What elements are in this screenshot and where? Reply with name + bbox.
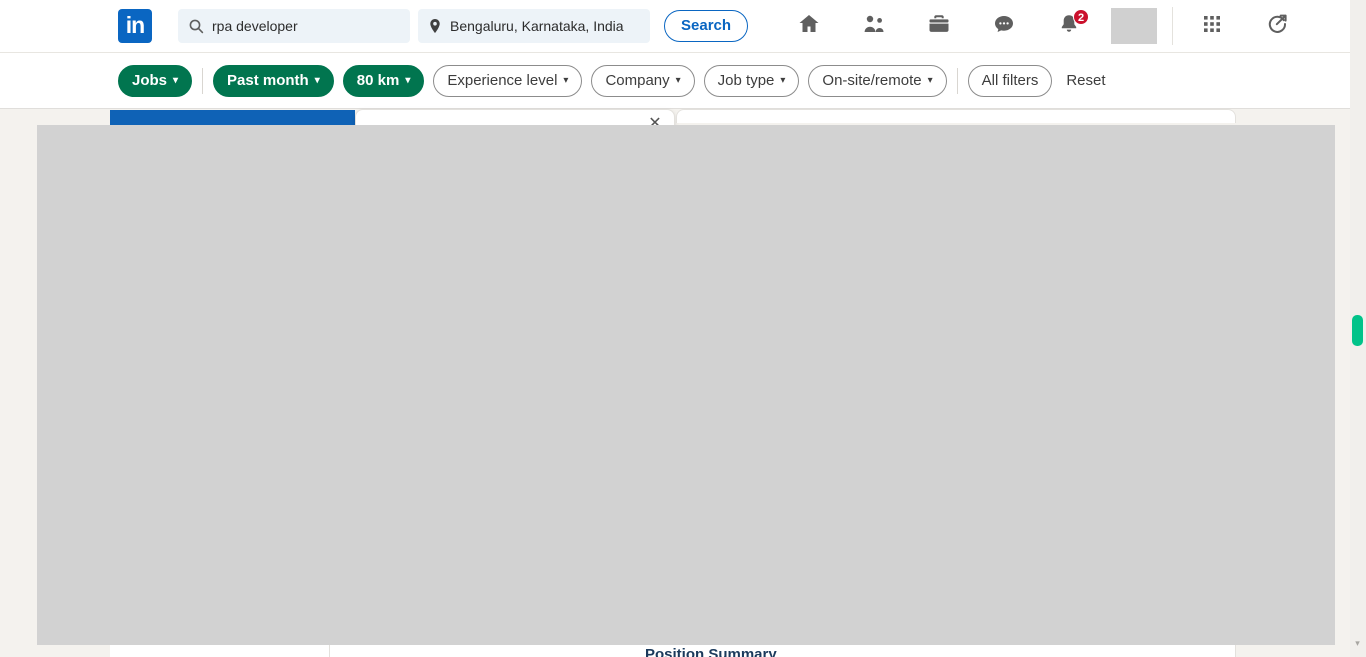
filter-company-label: Company: [605, 72, 670, 89]
home-icon: [797, 12, 821, 41]
header-left-group: in rpa developer Bengaluru, Karnataka, I…: [0, 0, 1309, 52]
filter-all-filters-label: All filters: [981, 72, 1039, 89]
filter-date-posted[interactable]: Past month ▾: [213, 64, 334, 97]
filter-experience-level-label: Experience level: [447, 72, 558, 89]
header-nav-icons: 2: [776, 0, 1309, 52]
filter-jobs-label: Jobs: [132, 72, 168, 89]
filter-job-type[interactable]: Job type ▾: [703, 64, 800, 97]
nav-post-job[interactable]: [1244, 0, 1309, 52]
target-arrow-icon: [1265, 12, 1289, 41]
filter-onsite-remote[interactable]: On-site/remote ▾: [808, 64, 947, 97]
filter-divider: [202, 67, 204, 94]
filter-divider: [956, 67, 958, 94]
nav-jobs[interactable]: [906, 0, 971, 52]
network-icon: [862, 12, 886, 41]
notification-badge: 2: [1073, 9, 1090, 25]
linkedin-logo[interactable]: in: [118, 9, 152, 43]
location-search-value: Bengaluru, Karnataka, India: [450, 18, 624, 34]
position-summary-heading: Position Summary: [645, 646, 777, 657]
location-pin-icon: [428, 18, 442, 34]
filter-onsite-remote-label: On-site/remote: [822, 72, 922, 89]
location-search-input[interactable]: Bengaluru, Karnataka, India: [418, 9, 650, 43]
filter-distance[interactable]: 80 km ▾: [342, 64, 425, 97]
message-icon: [992, 12, 1016, 41]
filter-all-filters[interactable]: All filters: [967, 64, 1053, 97]
filter-experience-level[interactable]: Experience level ▾: [433, 64, 583, 97]
filter-jobs[interactable]: Jobs ▾: [118, 64, 193, 97]
avatar-icon: [1110, 8, 1157, 44]
search-button[interactable]: Search: [664, 10, 749, 42]
nav-my-network[interactable]: [841, 0, 906, 52]
loading-overlay: [37, 125, 1335, 645]
job-detail-card: [676, 109, 1236, 123]
header-divider: [1172, 7, 1174, 45]
keyword-search-input[interactable]: rpa developer: [178, 9, 410, 43]
chevron-down-icon: ▾: [173, 74, 179, 86]
search-icon: [188, 18, 204, 34]
scrollbar-thumb[interactable]: [1352, 315, 1363, 346]
keyword-search-value: rpa developer: [212, 18, 298, 34]
global-header: in rpa developer Bengaluru, Karnataka, I…: [0, 0, 1366, 53]
chevron-down-icon: ▾: [314, 74, 320, 86]
nav-home[interactable]: [776, 0, 841, 52]
filter-job-type-label: Job type: [717, 72, 775, 89]
nav-messaging[interactable]: [971, 0, 1036, 52]
page-scrollbar[interactable]: ▾: [1350, 0, 1366, 657]
filter-company[interactable]: Company ▾: [591, 64, 695, 97]
nav-profile-avatar[interactable]: [1101, 0, 1166, 52]
chevron-down-icon: ▾: [405, 74, 411, 86]
chevron-down-icon: ▾: [563, 74, 569, 86]
briefcase-icon: [927, 12, 951, 41]
filter-date-posted-label: Past month: [227, 72, 309, 89]
filter-distance-label: 80 km: [356, 72, 400, 89]
chevron-down-icon: ▾: [675, 74, 681, 86]
reset-filters-link[interactable]: Reset: [1066, 72, 1105, 89]
nav-for-business[interactable]: [1179, 0, 1244, 52]
job-filters-bar: Jobs ▾ Past month ▾ 80 km ▾ Experience l…: [0, 53, 1366, 109]
chevron-down-icon: ▾: [927, 74, 933, 86]
linkedin-jobs-page: in rpa developer Bengaluru, Karnataka, I…: [0, 0, 1366, 657]
grid-apps-icon: [1202, 14, 1222, 39]
nav-notifications[interactable]: 2: [1036, 0, 1101, 52]
chevron-down-icon: ▾: [780, 74, 786, 86]
scroll-down-arrow-icon[interactable]: ▾: [1352, 638, 1363, 649]
